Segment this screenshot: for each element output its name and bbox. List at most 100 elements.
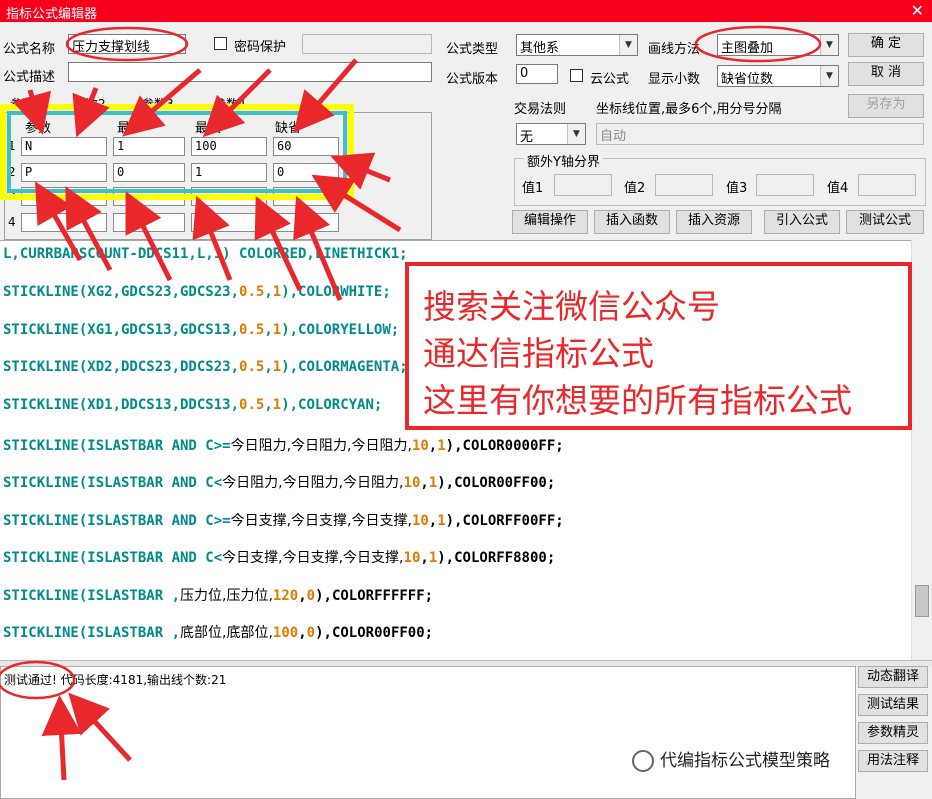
draw-method-label: 画线方法	[648, 42, 701, 57]
param-name-cell[interactable]	[21, 187, 107, 206]
formula-desc-label: 公式描述	[3, 70, 56, 85]
param-min-cell[interactable]: 0	[113, 163, 185, 182]
param-name-cell[interactable]: P	[21, 163, 107, 182]
trade-rule-select[interactable]: 无 ▼	[516, 123, 586, 145]
code-line: L,CURRBARSCOUNT-DDCS11,L,1) COLORRED,LIN…	[3, 246, 408, 262]
promo-line-1: 搜索关注微信公众号	[423, 287, 720, 326]
formula-type-label: 公式类型	[446, 42, 499, 57]
param-min-cell[interactable]	[113, 213, 185, 232]
param-max-cell[interactable]	[191, 213, 267, 232]
param-header-name: 参数	[25, 121, 52, 136]
output-panel: 测试通过! 代码长度:4181,输出线个数:21	[0, 666, 856, 799]
formula-type-value: 其他系	[520, 41, 560, 56]
value4-label: 值4	[827, 181, 849, 196]
chevron-down-icon[interactable]: ▼	[567, 124, 585, 144]
params-table: 参数 最小 最大 缺省 1 N 1 100 60 2 P 0 1 0 3 4	[4, 112, 432, 240]
param-header-min: 最小	[117, 121, 144, 136]
axis-position-label: 坐标线位置,最多6个,用分号分隔	[596, 102, 782, 117]
insert-resource-button[interactable]: 插入资源	[676, 210, 752, 234]
code-line: STICKLINE(XD2,DDCS23,DDCS23,0.5,1),COLOR…	[3, 359, 408, 375]
param-row-number: 2	[8, 165, 16, 179]
promo-overlay: 搜索关注微信公众号 通达信指标公式 这里有你想要的所有指标公式	[405, 262, 912, 430]
scrollbar-thumb[interactable]	[915, 585, 929, 617]
formula-editor-window: 指标公式编辑器 ✕ 公式名称 压力支撑划线 密码保护 公式类型 其他系 ▼ 画线…	[0, 0, 932, 799]
param-default-cell[interactable]: 0	[273, 163, 339, 182]
test-result-text: 测试通过! 代码长度:4181,输出线个数:21	[4, 673, 227, 687]
value1-label: 值1	[522, 181, 544, 196]
tab-params-3[interactable]: 参数3	[142, 94, 174, 114]
dynamic-translate-button[interactable]: 动态翻译	[858, 666, 928, 688]
param-default-cell[interactable]: 60	[273, 137, 339, 156]
param-default-cell[interactable]	[273, 213, 339, 232]
promo-line-3: 这里有你想要的所有指标公式	[423, 381, 852, 420]
ok-button[interactable]: 确 定	[848, 33, 924, 57]
code-line: STICKLINE(XG2,GDCS23,GDCS23,0.5,1),COLOR…	[3, 284, 391, 300]
password-checkbox[interactable]	[214, 37, 227, 50]
wechat-watermark: 代编指标公式模型策略	[632, 746, 830, 772]
save-as-button[interactable]: 另存为	[848, 94, 924, 118]
wechat-icon	[632, 750, 654, 772]
tab-params-2[interactable]: 参数2	[74, 94, 106, 114]
show-decimals-label: 显示小数	[648, 72, 701, 87]
param-min-cell[interactable]	[113, 187, 185, 206]
window-title: 指标公式编辑器	[6, 7, 98, 22]
cloud-formula-label: 云公式	[590, 72, 630, 87]
cancel-button[interactable]: 取 消	[848, 62, 924, 86]
param-min-cell[interactable]: 1	[113, 137, 185, 156]
promo-line-2: 通达信指标公式	[423, 334, 654, 373]
import-formula-button[interactable]: 引入公式	[764, 210, 840, 234]
param-row-number: 3	[8, 189, 16, 203]
value2-input[interactable]	[655, 174, 713, 196]
param-max-cell[interactable]: 1	[191, 163, 267, 182]
extra-y-axis-label: 额外Y轴分界	[524, 151, 603, 170]
value4-input[interactable]	[858, 174, 916, 196]
test-formula-button[interactable]: 测试公式	[846, 210, 924, 234]
code-line: STICKLINE(XD1,DDCS13,DDCS13,0.5,1),COLOR…	[3, 397, 383, 413]
param-row-number: 1	[8, 139, 16, 153]
decimals-value: 缺省位数	[721, 72, 774, 87]
password-input[interactable]	[302, 34, 432, 54]
formula-name-input[interactable]: 压力支撑划线	[68, 34, 186, 54]
param-name-cell[interactable]	[21, 213, 107, 232]
code-line: STICKLINE(ISLASTBAR AND C<今日阻力,今日阻力,今日阻力…	[3, 475, 556, 491]
editor-scrollbar[interactable]	[911, 240, 932, 660]
draw-method-select[interactable]: 主图叠加 ▼	[717, 34, 839, 56]
password-label: 密码保护	[234, 40, 287, 55]
usage-notes-button[interactable]: 用法注释	[858, 750, 928, 772]
formula-name-label: 公式名称	[3, 42, 56, 57]
axis-position-input[interactable]: 自动	[596, 123, 924, 145]
code-line: STICKLINE(ISLASTBAR AND C>=今日支撑,今日支撑,今日支…	[3, 513, 564, 529]
param-max-cell[interactable]: 100	[191, 137, 267, 156]
formula-type-select[interactable]: 其他系 ▼	[516, 34, 638, 56]
trade-rule-label: 交易法则	[514, 102, 567, 117]
edit-operations-button[interactable]: 编辑操作	[512, 210, 588, 234]
trade-rule-value: 无	[520, 130, 534, 145]
value1-input[interactable]	[554, 174, 612, 196]
watermark-text: 代编指标公式模型策略	[660, 751, 830, 771]
tab-params-4[interactable]: 参数4	[214, 94, 246, 114]
cloud-formula-checkbox[interactable]	[570, 69, 583, 82]
chevron-down-icon[interactable]: ▼	[820, 35, 838, 55]
chevron-down-icon[interactable]: ▼	[619, 35, 637, 55]
title-bar[interactable]: 指标公式编辑器 ✕	[0, 0, 932, 22]
value2-label: 值2	[624, 181, 646, 196]
draw-method-value: 主图叠加	[721, 41, 774, 56]
value3-input[interactable]	[756, 174, 814, 196]
code-line: STICKLINE(ISLASTBAR AND C<今日支撑,今日支撑,今日支撑…	[3, 550, 556, 566]
tab-params-1[interactable]: 参数1	[10, 94, 42, 114]
chevron-down-icon[interactable]: ▼	[820, 66, 838, 86]
value3-label: 值3	[726, 181, 748, 196]
code-line: STICKLINE(ISLASTBAR AND C>=今日阻力,今日阻力,今日阻…	[3, 438, 564, 454]
formula-desc-input[interactable]	[68, 62, 432, 82]
param-wizard-button[interactable]: 参数精灵	[858, 722, 928, 744]
formula-version-input[interactable]: 0	[516, 64, 558, 84]
param-max-cell[interactable]	[191, 187, 267, 206]
insert-function-button[interactable]: 插入函数	[594, 210, 670, 234]
param-name-cell[interactable]: N	[21, 137, 107, 156]
decimals-select[interactable]: 缺省位数 ▼	[717, 65, 839, 87]
param-header-default: 缺省	[275, 121, 302, 136]
close-icon[interactable]: ✕	[911, 1, 924, 20]
test-results-button[interactable]: 测试结果	[858, 694, 928, 716]
param-default-cell[interactable]	[273, 187, 339, 206]
code-line: STICKLINE(ISLASTBAR ,压力位,压力位,120,0),COLO…	[3, 588, 434, 604]
